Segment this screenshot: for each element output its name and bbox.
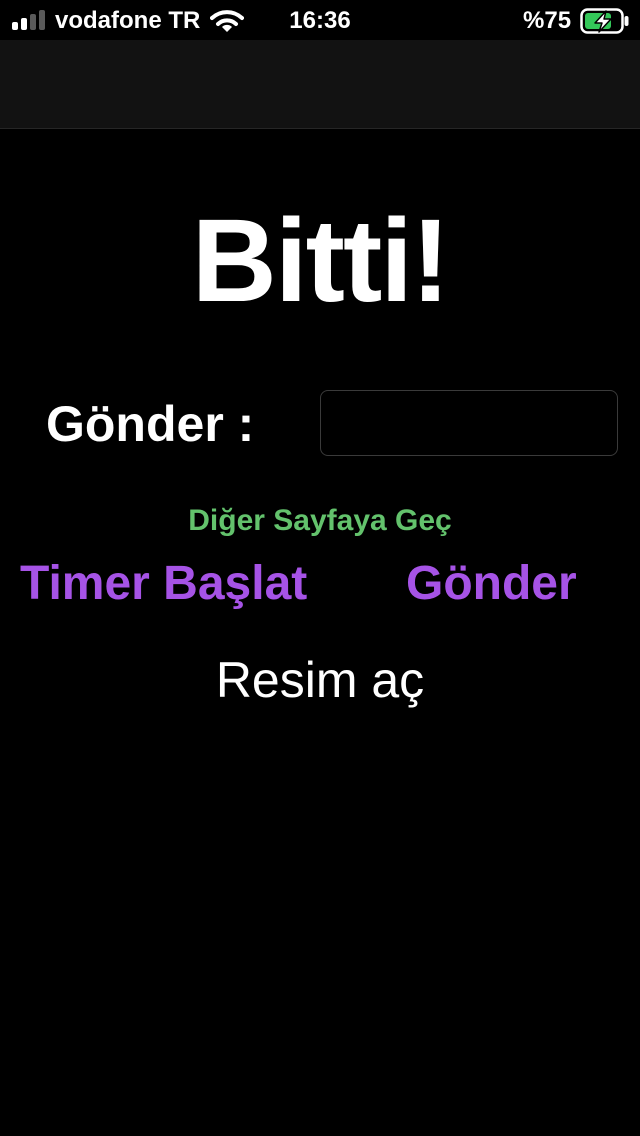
open-image-button[interactable]: Resim aç: [0, 650, 640, 710]
send-label: Gönder :: [46, 396, 255, 452]
timer-start-button[interactable]: Timer Başlat: [20, 554, 307, 614]
battery-percentage: %75: [523, 7, 572, 34]
battery-charging-icon: [580, 8, 629, 34]
next-page-button[interactable]: Diğer Sayfaya Geç: [0, 502, 640, 540]
navigation-bar: [0, 40, 640, 129]
status-bar: vodafone TR 16:36 %75: [0, 0, 640, 40]
send-input[interactable]: [320, 390, 618, 456]
send-button[interactable]: Gönder: [406, 554, 577, 614]
page-title: Bitti!: [191, 195, 451, 327]
